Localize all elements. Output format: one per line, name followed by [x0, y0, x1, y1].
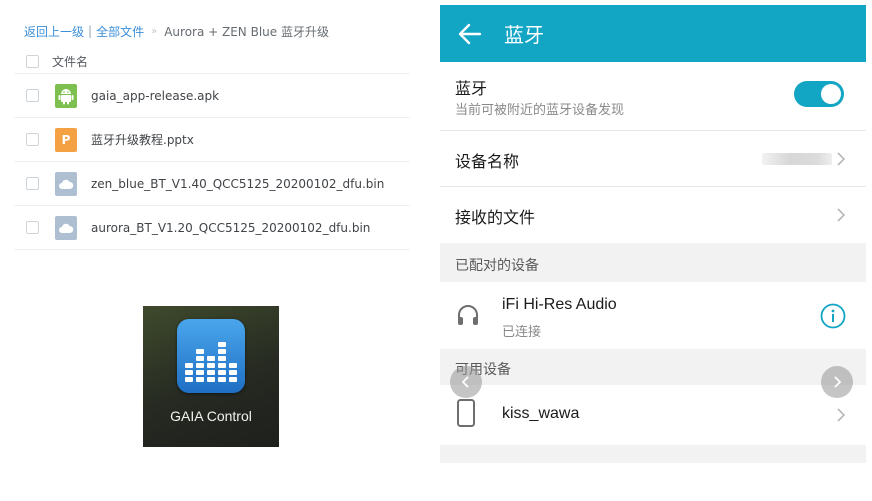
chevron-right-icon — [837, 208, 846, 222]
info-icon[interactable] — [820, 303, 846, 329]
switch-knob — [821, 84, 841, 104]
received-files-row[interactable]: 接收的文件 — [440, 187, 866, 243]
phone-icon — [457, 399, 475, 427]
file-browser: 返回上一级 | 全部文件 » Aurora + ZEN Blue 蓝牙升级 文件… — [14, 12, 410, 250]
file-list-header: 文件名 — [14, 50, 410, 74]
device-status: 已连接 — [502, 325, 542, 340]
file-row[interactable]: gaia_app-release.apk — [14, 74, 410, 118]
android-icon — [55, 83, 77, 108]
device-name: iFi Hi-Res Audio — [502, 296, 617, 313]
file-row[interactable]: aurora_BT_V1.20_QCC5125_20200102_dfu.bin — [14, 206, 410, 250]
file-checkbox[interactable] — [26, 133, 39, 146]
file-checkbox[interactable] — [26, 177, 39, 190]
bluetooth-settings-screen: 蓝牙 蓝牙 当前可被附近的蓝牙设备发现 设备名称 接收的文件 已配对的设备 iF… — [440, 5, 866, 463]
screen: 返回上一级 | 全部文件 » Aurora + ZEN Blue 蓝牙升级 文件… — [0, 0, 872, 501]
device-name-row[interactable]: 设备名称 — [440, 131, 866, 187]
paired-devices-header: 已配对的设备 — [440, 243, 866, 282]
file-row[interactable]: P 蓝牙升级教程.pptx — [14, 118, 410, 162]
device-name-label: 设备名称 — [455, 152, 520, 171]
bluetooth-sublabel: 当前可被附近的蓝牙设备发现 — [455, 103, 625, 118]
breadcrumb-separator: | — [88, 24, 93, 38]
column-header-filename[interactable]: 文件名 — [52, 53, 88, 70]
breadcrumb: 返回上一级 | 全部文件 » Aurora + ZEN Blue 蓝牙升级 — [14, 12, 410, 50]
page-title: 蓝牙 — [504, 23, 544, 47]
file-name[interactable]: zen_blue_BT_V1.40_QCC5125_20200102_dfu.b… — [91, 177, 384, 191]
file-name[interactable]: 蓝牙升级教程.pptx — [91, 131, 194, 148]
back-link[interactable]: 返回上一级 — [24, 23, 84, 40]
gaia-app-photo: GAIA Control — [143, 306, 279, 447]
settings-group: 蓝牙 当前可被附近的蓝牙设备发现 设备名称 接收的文件 — [440, 62, 866, 243]
cloud-file-icon — [55, 171, 77, 196]
available-device-row[interactable]: kiss_wawa — [440, 385, 866, 445]
chevron-right-icon — [834, 376, 842, 388]
chevron-left-icon — [461, 376, 469, 388]
headphones-icon — [458, 305, 478, 325]
equalizer-icon[interactable] — [177, 319, 245, 393]
bluetooth-switch[interactable] — [794, 81, 844, 107]
chevron-right-icon — [837, 408, 846, 422]
app-bar: 蓝牙 — [440, 5, 866, 62]
select-all-checkbox[interactable] — [26, 55, 39, 68]
bluetooth-label: 蓝牙 — [455, 79, 488, 98]
ppt-icon: P — [55, 127, 77, 152]
bluetooth-toggle-row[interactable]: 蓝牙 当前可被附近的蓝牙设备发现 — [440, 62, 866, 131]
paired-device-row[interactable]: iFi Hi-Res Audio 已连接 — [440, 282, 866, 349]
file-checkbox[interactable] — [26, 89, 39, 102]
device-name: kiss_wawa — [502, 405, 580, 422]
chevron-right-icon — [837, 152, 846, 166]
file-checkbox[interactable] — [26, 221, 39, 234]
current-folder: Aurora + ZEN Blue 蓝牙升级 — [164, 24, 329, 39]
previous-slide-button[interactable] — [450, 366, 482, 398]
device-name-value — [762, 153, 832, 165]
app-label: GAIA Control — [170, 408, 252, 424]
file-name[interactable]: aurora_BT_V1.20_QCC5125_20200102_dfu.bin — [91, 221, 370, 235]
file-name[interactable]: gaia_app-release.apk — [91, 89, 219, 103]
breadcrumb-chevron-icon: » — [151, 25, 158, 37]
file-row[interactable]: zen_blue_BT_V1.40_QCC5125_20200102_dfu.b… — [14, 162, 410, 206]
next-slide-button[interactable] — [821, 366, 853, 398]
received-files-label: 接收的文件 — [455, 208, 536, 227]
available-devices-header: 可用设备 — [440, 349, 866, 385]
paired-devices-title: 已配对的设备 — [455, 258, 539, 274]
all-files-link[interactable]: 全部文件 — [96, 23, 144, 40]
cloud-file-icon — [55, 215, 77, 240]
back-arrow-icon[interactable] — [440, 23, 500, 45]
